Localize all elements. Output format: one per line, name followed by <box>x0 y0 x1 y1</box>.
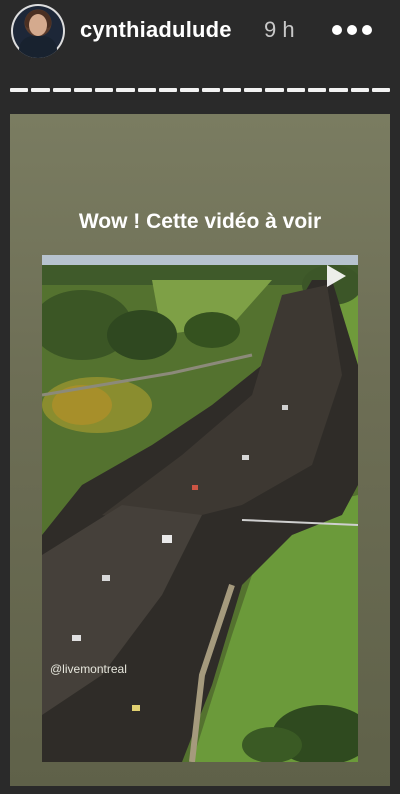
progress-segment <box>95 88 114 92</box>
progress-segment <box>329 88 348 92</box>
progress-segment <box>31 88 50 92</box>
story-header: cynthiadulude 9 h <box>0 0 400 62</box>
progress-segment <box>52 88 71 92</box>
progress-segment <box>116 88 135 92</box>
play-icon[interactable] <box>327 265 346 287</box>
story-caption: Wow ! Cette vidéo à voir <box>78 210 322 233</box>
progress-segment <box>222 88 242 92</box>
progress-segment <box>371 88 391 92</box>
timestamp: 9 h <box>264 17 295 42</box>
progress-segment <box>10 88 29 92</box>
progress-segment <box>265 88 284 92</box>
progress-segment <box>180 88 199 92</box>
progress-segment <box>137 88 156 92</box>
more-dots-icon[interactable] <box>332 20 372 40</box>
progress-segment <box>307 88 327 92</box>
embedded-video[interactable] <box>42 255 358 762</box>
username[interactable]: cynthiadulude <box>80 17 232 43</box>
avatar[interactable] <box>11 4 65 58</box>
crowd-aerial-image <box>42 255 358 762</box>
mention-tag[interactable]: @livemontreal <box>50 662 127 676</box>
progress-segment <box>350 88 369 92</box>
progress-segment <box>201 88 220 92</box>
story-content[interactable]: Wow ! Cette vidéo à voir @livemontreal <box>10 114 390 786</box>
progress-segment <box>244 88 263 92</box>
progress-segment <box>286 88 305 92</box>
progress-segment <box>158 88 178 92</box>
story-progress-bar <box>10 88 391 92</box>
progress-segment <box>73 88 93 92</box>
